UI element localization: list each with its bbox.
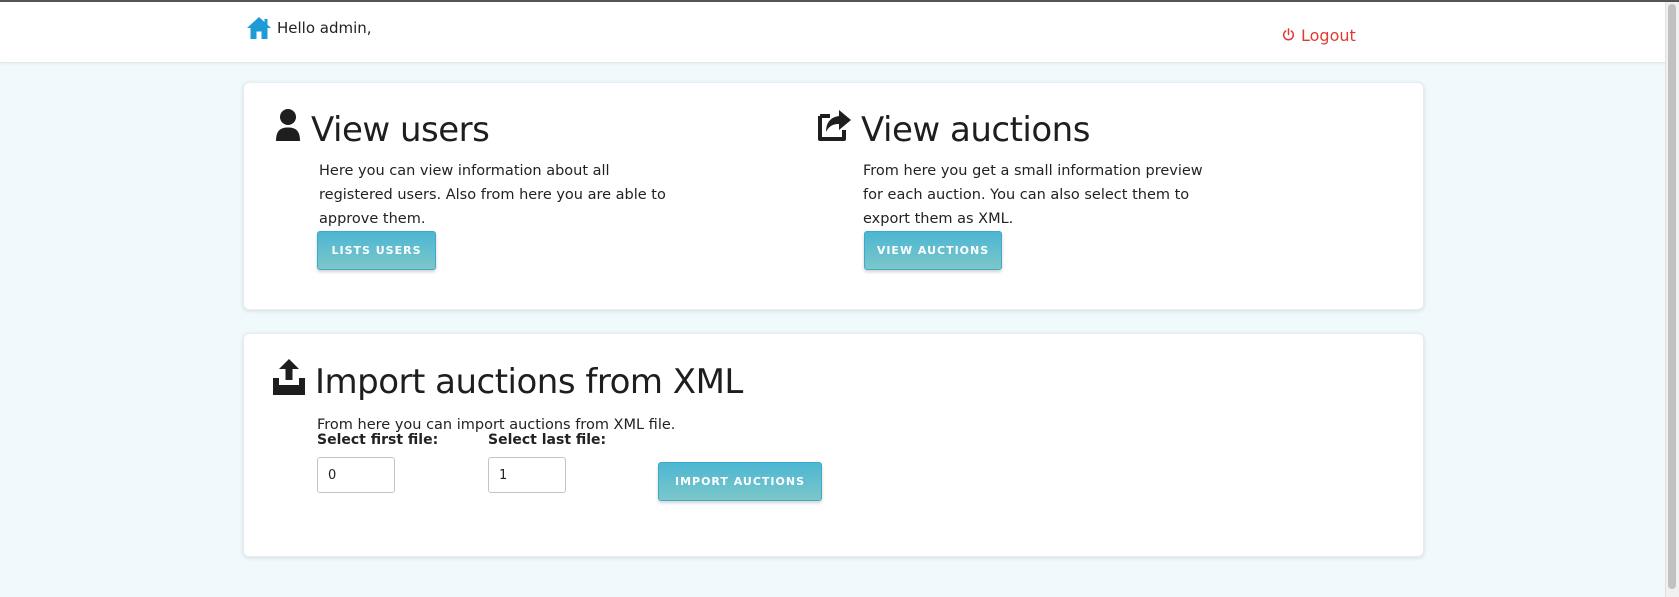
upload-tray-icon (271, 358, 307, 405)
last-file-label: Select last file: (488, 432, 607, 448)
first-file-input[interactable] (317, 457, 395, 493)
import-auctions-button[interactable]: IMPORT AUCTIONS (658, 462, 822, 501)
view-auctions-title: View auctions (817, 108, 1223, 151)
share-square-icon (817, 108, 853, 151)
greeting-text: Hello admin, (277, 19, 372, 37)
view-users-title: View users (273, 108, 679, 151)
import-title: Import auctions from XML (271, 358, 743, 405)
view-auctions-button[interactable]: VIEW AUCTIONS (864, 231, 1002, 270)
view-auctions-section: View auctions From here you get a small … (817, 108, 1223, 231)
power-icon (1282, 26, 1295, 45)
first-file-label: Select first file: (317, 432, 439, 448)
scrollbar-thumb[interactable] (1668, 4, 1676, 589)
user-icon (273, 108, 303, 151)
logout-link[interactable]: Logout (1282, 26, 1356, 45)
view-users-description: Here you can view information about all … (319, 163, 666, 227)
view-users-section: View users Here you can view information… (273, 108, 679, 231)
greeting: Hello admin, (246, 16, 372, 40)
logout-label: Logout (1301, 26, 1356, 45)
top-navbar: Hello admin, Logout (0, 2, 1666, 63)
list-users-button[interactable]: LISTS USERS (317, 231, 436, 270)
view-auctions-description: From here you get a small information pr… (863, 163, 1203, 227)
vertical-scrollbar[interactable] (1665, 2, 1679, 597)
home-icon[interactable] (246, 16, 272, 40)
import-section: Import auctions from XML From here you c… (271, 358, 743, 437)
last-file-input[interactable] (488, 457, 566, 493)
